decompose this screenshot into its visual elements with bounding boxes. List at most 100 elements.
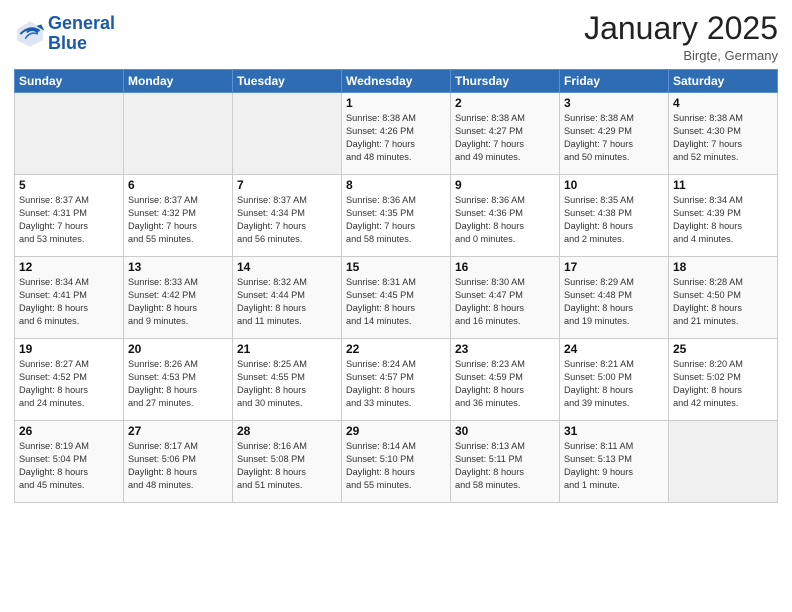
- day-info: Sunrise: 8:37 AM Sunset: 4:32 PM Dayligh…: [128, 194, 228, 246]
- calendar-cell: 20 Sunrise: 8:26 AM Sunset: 4:53 PM Dayli…: [124, 339, 233, 421]
- day-number: 28: [237, 424, 337, 438]
- day-info: Sunrise: 8:36 AM Sunset: 4:36 PM Dayligh…: [455, 194, 555, 246]
- day-number: 10: [564, 178, 664, 192]
- calendar-week-4: 19Sunrise: 8:27 AM Sunset: 4:52 PM Dayli…: [15, 339, 778, 421]
- day-info: Sunrise: 8:14 AM Sunset: 5:10 PM Dayligh…: [346, 440, 446, 492]
- calendar-cell: 28Sunrise: 8:16 AM Sunset: 5:08 PM Dayli…: [233, 421, 342, 503]
- day-number: 20: [128, 342, 228, 356]
- calendar-cell: 14 Sunrise: 8:32 AM Sunset: 4:44 PM Dayli…: [233, 257, 342, 339]
- calendar-cell: 9 Sunrise: 8:36 AM Sunset: 4:36 PM Daylig…: [451, 175, 560, 257]
- calendar-cell: 26 Sunrise: 8:19 AM Sunset: 5:04 PM Dayli…: [15, 421, 124, 503]
- calendar-cell: 23 Sunrise: 8:23 AM Sunset: 4:59 PM Dayli…: [451, 339, 560, 421]
- day-info: Sunrise: 8:21 AM Sunset: 5:00 PM Dayligh…: [564, 358, 664, 410]
- day-info: Sunrise: 8:33 AM Sunset: 4:42 PM Dayligh…: [128, 276, 228, 328]
- day-number: 22: [346, 342, 446, 356]
- calendar-cell: 7Sunrise: 8:37 AM Sunset: 4:34 PM Daylig…: [233, 175, 342, 257]
- header: General Blue January 2025 Birgte, German…: [14, 10, 778, 63]
- calendar-week-5: 26 Sunrise: 8:19 AM Sunset: 5:04 PM Dayli…: [15, 421, 778, 503]
- day-number: 1: [346, 96, 446, 110]
- calendar-cell: 30Sunrise: 8:13 AM Sunset: 5:11 PM Dayli…: [451, 421, 560, 503]
- calendar-cell: 19Sunrise: 8:27 AM Sunset: 4:52 PM Dayli…: [15, 339, 124, 421]
- header-wednesday: Wednesday: [342, 70, 451, 93]
- day-number: 29: [346, 424, 446, 438]
- calendar-table: Sunday Monday Tuesday Wednesday Thursday…: [14, 69, 778, 503]
- calendar-cell: 4 Sunrise: 8:38 AM Sunset: 4:30 PM Daylig…: [669, 93, 778, 175]
- calendar-page: General Blue January 2025 Birgte, German…: [0, 0, 792, 612]
- calendar-cell: 15Sunrise: 8:31 AM Sunset: 4:45 PM Dayli…: [342, 257, 451, 339]
- calendar-cell: [669, 421, 778, 503]
- calendar-cell: [15, 93, 124, 175]
- header-friday: Friday: [560, 70, 669, 93]
- header-saturday: Saturday: [669, 70, 778, 93]
- calendar-week-3: 12Sunrise: 8:34 AM Sunset: 4:41 PM Dayli…: [15, 257, 778, 339]
- calendar-header: Sunday Monday Tuesday Wednesday Thursday…: [15, 70, 778, 93]
- calendar-cell: 12Sunrise: 8:34 AM Sunset: 4:41 PM Dayli…: [15, 257, 124, 339]
- day-info: Sunrise: 8:24 AM Sunset: 4:57 PM Dayligh…: [346, 358, 446, 410]
- calendar-cell: [233, 93, 342, 175]
- day-info: Sunrise: 8:31 AM Sunset: 4:45 PM Dayligh…: [346, 276, 446, 328]
- day-info: Sunrise: 8:25 AM Sunset: 4:55 PM Dayligh…: [237, 358, 337, 410]
- day-number: 31: [564, 424, 664, 438]
- day-info: Sunrise: 8:17 AM Sunset: 5:06 PM Dayligh…: [128, 440, 228, 492]
- day-info: Sunrise: 8:38 AM Sunset: 4:30 PM Dayligh…: [673, 112, 773, 164]
- day-info: Sunrise: 8:19 AM Sunset: 5:04 PM Dayligh…: [19, 440, 119, 492]
- day-number: 3: [564, 96, 664, 110]
- calendar-cell: 18Sunrise: 8:28 AM Sunset: 4:50 PM Dayli…: [669, 257, 778, 339]
- day-number: 9: [455, 178, 555, 192]
- day-info: Sunrise: 8:38 AM Sunset: 4:26 PM Dayligh…: [346, 112, 446, 164]
- calendar-cell: 2Sunrise: 8:38 AM Sunset: 4:27 PM Daylig…: [451, 93, 560, 175]
- day-number: 8: [346, 178, 446, 192]
- header-row: Sunday Monday Tuesday Wednesday Thursday…: [15, 70, 778, 93]
- calendar-cell: 8 Sunrise: 8:36 AM Sunset: 4:35 PM Daylig…: [342, 175, 451, 257]
- day-number: 25: [673, 342, 773, 356]
- logo-icon: [14, 18, 46, 50]
- day-info: Sunrise: 8:28 AM Sunset: 4:50 PM Dayligh…: [673, 276, 773, 328]
- day-number: 27: [128, 424, 228, 438]
- day-info: Sunrise: 8:23 AM Sunset: 4:59 PM Dayligh…: [455, 358, 555, 410]
- day-info: Sunrise: 8:26 AM Sunset: 4:53 PM Dayligh…: [128, 358, 228, 410]
- location: Birgte, Germany: [584, 48, 778, 63]
- calendar-cell: 11 Sunrise: 8:34 AM Sunset: 4:39 PM Dayli…: [669, 175, 778, 257]
- day-number: 14: [237, 260, 337, 274]
- day-info: Sunrise: 8:36 AM Sunset: 4:35 PM Dayligh…: [346, 194, 446, 246]
- header-tuesday: Tuesday: [233, 70, 342, 93]
- calendar-cell: 31 Sunrise: 8:11 AM Sunset: 5:13 PM Dayli…: [560, 421, 669, 503]
- day-number: 6: [128, 178, 228, 192]
- day-info: Sunrise: 8:35 AM Sunset: 4:38 PM Dayligh…: [564, 194, 664, 246]
- day-info: Sunrise: 8:27 AM Sunset: 4:52 PM Dayligh…: [19, 358, 119, 410]
- calendar-cell: 13Sunrise: 8:33 AM Sunset: 4:42 PM Dayli…: [124, 257, 233, 339]
- day-number: 16: [455, 260, 555, 274]
- day-number: 21: [237, 342, 337, 356]
- day-number: 7: [237, 178, 337, 192]
- calendar-cell: 24Sunrise: 8:21 AM Sunset: 5:00 PM Dayli…: [560, 339, 669, 421]
- day-number: 11: [673, 178, 773, 192]
- logo-text-line1: General: [48, 14, 115, 34]
- calendar-cell: 22 Sunrise: 8:24 AM Sunset: 4:57 PM Dayli…: [342, 339, 451, 421]
- logo: General Blue: [14, 14, 115, 54]
- day-number: 26: [19, 424, 119, 438]
- day-number: 5: [19, 178, 119, 192]
- day-info: Sunrise: 8:11 AM Sunset: 5:13 PM Dayligh…: [564, 440, 664, 492]
- calendar-cell: 6 Sunrise: 8:37 AM Sunset: 4:32 PM Daylig…: [124, 175, 233, 257]
- calendar-cell: 29 Sunrise: 8:14 AM Sunset: 5:10 PM Dayli…: [342, 421, 451, 503]
- calendar-body: 1 Sunrise: 8:38 AM Sunset: 4:26 PM Daylig…: [15, 93, 778, 503]
- day-number: 4: [673, 96, 773, 110]
- calendar-cell: 16 Sunrise: 8:30 AM Sunset: 4:47 PM Dayli…: [451, 257, 560, 339]
- day-info: Sunrise: 8:13 AM Sunset: 5:11 PM Dayligh…: [455, 440, 555, 492]
- title-block: January 2025 Birgte, Germany: [584, 10, 778, 63]
- day-info: Sunrise: 8:37 AM Sunset: 4:31 PM Dayligh…: [19, 194, 119, 246]
- day-number: 23: [455, 342, 555, 356]
- calendar-cell: [124, 93, 233, 175]
- calendar-cell: 3 Sunrise: 8:38 AM Sunset: 4:29 PM Daylig…: [560, 93, 669, 175]
- calendar-cell: 17Sunrise: 8:29 AM Sunset: 4:48 PM Dayli…: [560, 257, 669, 339]
- day-info: Sunrise: 8:30 AM Sunset: 4:47 PM Dayligh…: [455, 276, 555, 328]
- header-sunday: Sunday: [15, 70, 124, 93]
- day-info: Sunrise: 8:34 AM Sunset: 4:39 PM Dayligh…: [673, 194, 773, 246]
- calendar-cell: 27 Sunrise: 8:17 AM Sunset: 5:06 PM Dayli…: [124, 421, 233, 503]
- calendar-cell: 25Sunrise: 8:20 AM Sunset: 5:02 PM Dayli…: [669, 339, 778, 421]
- calendar-cell: 1 Sunrise: 8:38 AM Sunset: 4:26 PM Daylig…: [342, 93, 451, 175]
- calendar-cell: 10 Sunrise: 8:35 AM Sunset: 4:38 PM Dayli…: [560, 175, 669, 257]
- day-info: Sunrise: 8:32 AM Sunset: 4:44 PM Dayligh…: [237, 276, 337, 328]
- day-info: Sunrise: 8:38 AM Sunset: 4:29 PM Dayligh…: [564, 112, 664, 164]
- header-thursday: Thursday: [451, 70, 560, 93]
